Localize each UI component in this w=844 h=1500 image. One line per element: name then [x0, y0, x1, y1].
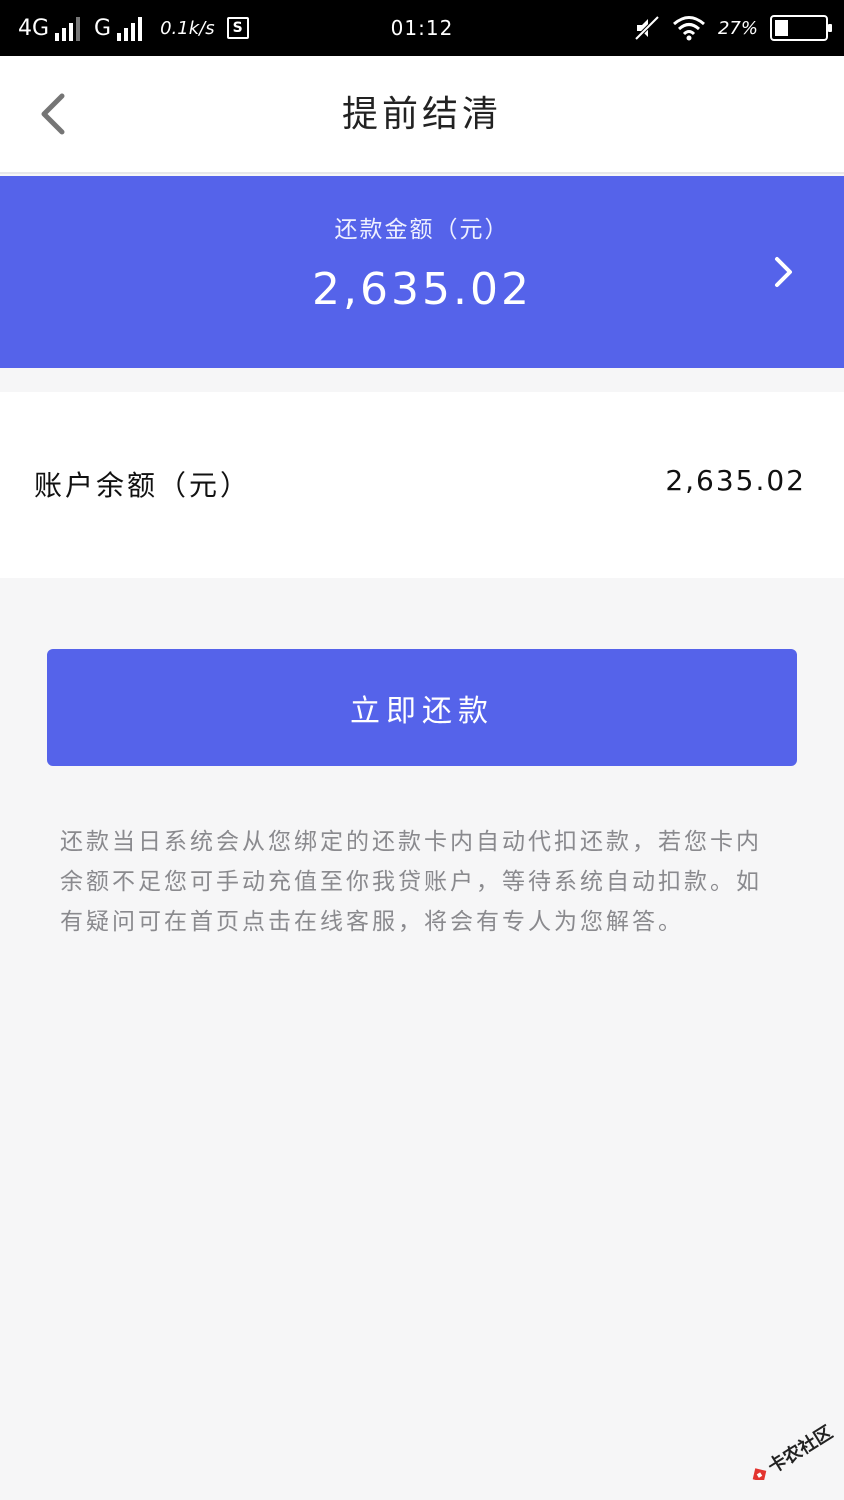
- svg-text:卡农社区: 卡农社区: [764, 1421, 837, 1478]
- watermark-logo: 卡农社区: [734, 1404, 838, 1482]
- nav-bar: 提前结清: [0, 56, 844, 174]
- status-right: 27%: [634, 0, 832, 56]
- battery-percent: 27%: [717, 17, 758, 39]
- battery-icon: [770, 15, 832, 41]
- mute-icon: [634, 15, 660, 41]
- chevron-left-icon: [41, 93, 65, 135]
- repayment-amount-label: 还款金额（元）: [334, 217, 510, 243]
- screen: 4G G 0.1k/s S 01:12 27% 提前结清 还款金额（元） 2,6…: [0, 0, 844, 1500]
- summary-detail-button[interactable]: [764, 252, 804, 292]
- repayment-notice: 还款当日系统会从您绑定的还款卡内自动代扣还款，若您卡内余额不足您可手动充值至你我…: [60, 829, 762, 935]
- account-balance-row: 账户余额（元） 2,635.02: [0, 392, 844, 578]
- page-title: 提前结清: [341, 94, 502, 135]
- back-button[interactable]: [28, 82, 78, 146]
- account-balance-value: 2,635.02: [665, 464, 806, 497]
- status-bar: 4G G 0.1k/s S 01:12 27%: [0, 0, 844, 56]
- repay-now-button[interactable]: 立即还款: [47, 649, 797, 766]
- repayment-summary[interactable]: 还款金额（元） 2,635.02: [0, 176, 844, 368]
- wifi-icon: [673, 16, 705, 41]
- chevron-right-icon: [775, 257, 792, 287]
- account-balance-label: 账户余额（元）: [34, 469, 252, 502]
- repayment-amount-value: 2,635.02: [312, 264, 532, 315]
